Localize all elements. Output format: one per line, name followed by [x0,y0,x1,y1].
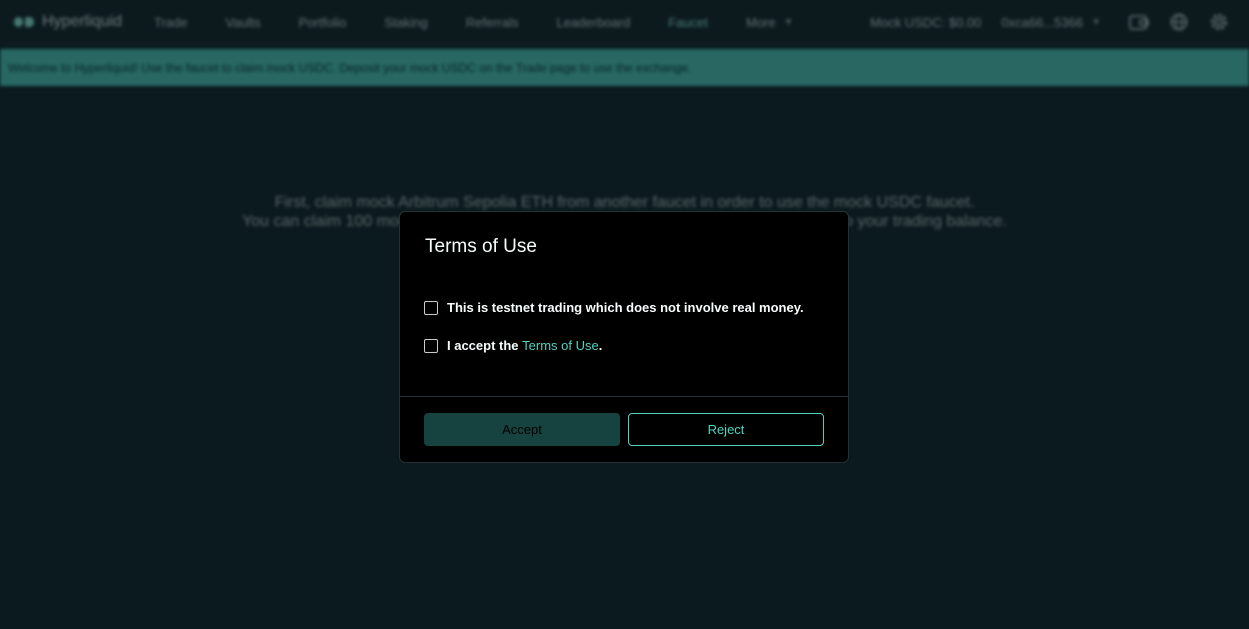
chevron-down-icon: ▼ [783,16,794,28]
terms-of-use-modal: Terms of Use This is testnet trading whi… [399,211,849,463]
nav-item-portfolio[interactable]: Portfolio [299,15,347,30]
terms-of-use-link[interactable]: Terms of Use [522,338,599,353]
navbar-right: Mock USDC: $0.00 0xca66...5366 ▼ [870,0,1249,44]
nav-item-faucet[interactable]: Faucet [668,15,708,30]
welcome-banner: Welcome to Hyperliquid! Use the faucet t… [0,49,1249,86]
mock-usdc-balance: Mock USDC: $0.00 [870,14,982,30]
accept-terms-label: I accept the Terms of Use. [447,338,602,353]
testnet-acknowledgement-label: This is testnet trading which does not i… [447,300,804,315]
accept-terms-row[interactable]: I accept the Terms of Use. [424,338,602,353]
nav-item-trade[interactable]: Trade [154,15,187,30]
accept-terms-prefix: I accept the [447,338,523,353]
logo[interactable]: Hyperliquid [14,13,154,31]
accept-terms-suffix: . [598,338,603,353]
testnet-acknowledgement-row[interactable]: This is testnet trading which does not i… [424,300,804,315]
nav-item-staking[interactable]: Staking [384,15,427,30]
testnet-acknowledgement-checkbox[interactable] [424,300,438,315]
nav-item-more[interactable]: More ▼ [746,15,794,30]
account-dropdown[interactable]: 0xca66...5366 ▼ [1001,15,1101,30]
chevron-down-icon: ▼ [1091,16,1101,28]
top-navbar: Hyperliquid Trade Vaults Portfolio Staki… [0,0,1249,45]
app-root: Hyperliquid Trade Vaults Portfolio Staki… [0,0,1249,629]
accept-terms-checkbox[interactable] [424,338,438,353]
modal-divider [400,396,848,397]
globe-icon[interactable] [1169,12,1189,32]
wallet-icon[interactable] [1129,12,1149,32]
settings-icon[interactable] [1209,12,1229,32]
hyperliquid-logo-icon [14,16,36,28]
logo-text: Hyperliquid [42,13,123,30]
account-address: 0xca66...5366 [1001,14,1084,30]
faucet-instructions-line1: First, claim mock Arbitrum Sepolia ETH f… [274,194,975,211]
nav-item-leaderboard[interactable]: Leaderboard [556,15,630,30]
nav-item-referrals[interactable]: Referrals [466,15,519,30]
accept-button[interactable]: Accept [424,413,620,446]
nav-item-vaults[interactable]: Vaults [225,15,260,30]
reject-button[interactable]: Reject [628,413,824,446]
nav-more-label: More [745,14,776,30]
modal-title: Terms of Use [425,236,537,257]
